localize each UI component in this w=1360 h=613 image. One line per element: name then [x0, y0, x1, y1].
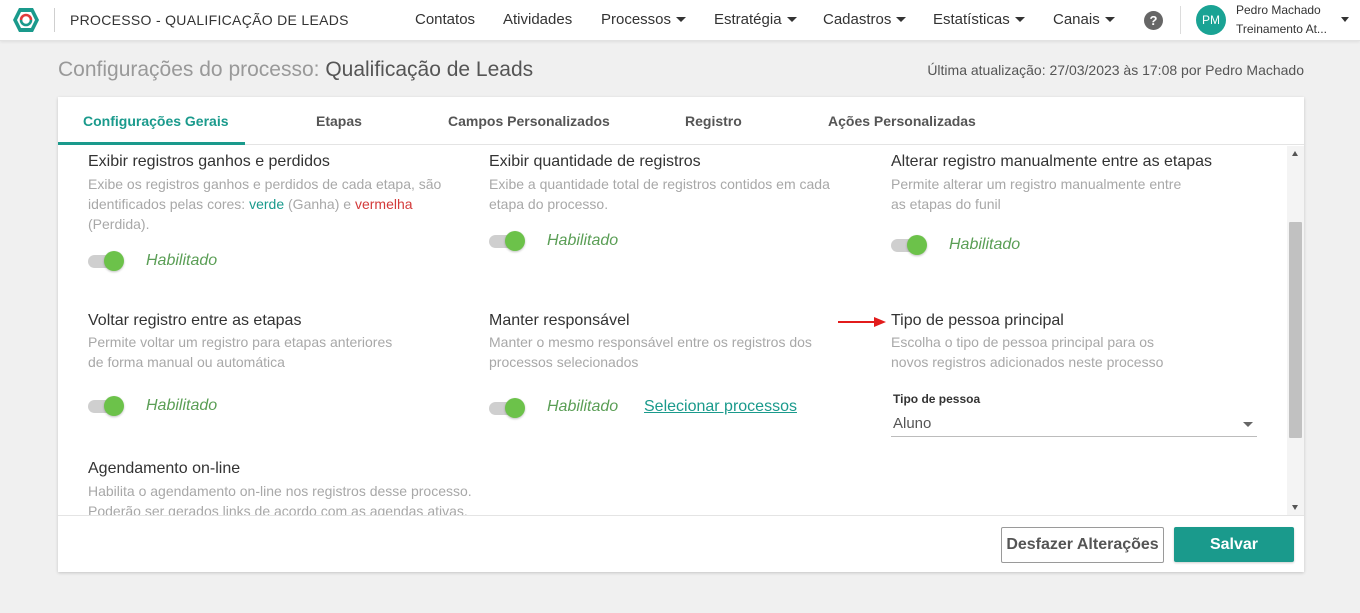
- undo-changes-button[interactable]: Desfazer Alterações: [1001, 527, 1164, 563]
- page-title-name: Qualificação de Leads: [325, 58, 534, 81]
- settings-content: Exibir registros ganhos e perdidos Exibe…: [58, 146, 1304, 515]
- setting-title-responsavel: Manter responsável: [489, 312, 630, 329]
- setting-desc-ganhos: Exibe os registros ganhos e perdidos de …: [88, 174, 453, 234]
- nav-label: Atividades: [503, 11, 573, 28]
- user-menu-caret-icon[interactable]: [1341, 17, 1349, 22]
- card-footer: Desfazer Alterações Salvar: [58, 515, 1304, 572]
- setting-desc-responsavel: Manter o mesmo responsável entre os regi…: [489, 332, 812, 372]
- desc-line: Permite alterar um registro manualmente …: [891, 176, 1182, 192]
- tipo-pessoa-label: Tipo de pessoa: [893, 392, 981, 406]
- toggle-quantidade[interactable]: [489, 231, 525, 251]
- tab-campos-personalizados[interactable]: Campos Personalizados: [448, 113, 610, 129]
- desc-line: Habilita o agendamento on-line nos regis…: [88, 483, 472, 499]
- status-responsavel: Habilitado: [547, 398, 619, 415]
- desc-line: as etapas do funil: [891, 196, 1001, 212]
- desc-line: Poderão ser gerados links de acordo com …: [88, 503, 468, 515]
- nav-processos[interactable]: Processos: [601, 11, 687, 28]
- setting-desc-agendamento: Habilita o agendamento on-line nos regis…: [88, 481, 472, 515]
- desc-line: Escolha o tipo de pessoa principal para …: [891, 334, 1155, 350]
- caret-down-icon: [786, 16, 797, 22]
- toggle-knob: [505, 398, 525, 418]
- nav-contatos[interactable]: Contatos: [415, 11, 475, 28]
- nav-label: Canais: [1053, 11, 1100, 28]
- nav-estrategia[interactable]: Estratégia: [714, 11, 797, 28]
- select-processes-link[interactable]: Selecionar processos: [644, 398, 797, 416]
- nav-canais[interactable]: Canais: [1053, 11, 1115, 28]
- nav-label: Estratégia: [714, 11, 782, 28]
- nav-cadastros[interactable]: Cadastros: [823, 11, 907, 28]
- toggle-knob: [104, 396, 124, 416]
- user-avatar[interactable]: PM: [1196, 5, 1226, 35]
- setting-title-tipo-pessoa: Tipo de pessoa principal: [891, 312, 1064, 329]
- status-quantidade: Habilitado: [547, 232, 619, 249]
- header-divider: [1180, 6, 1181, 34]
- toggle-responsavel[interactable]: [489, 398, 525, 418]
- last-update-text: Última atualização: 27/03/2023 às 17:08 …: [927, 62, 1304, 78]
- scroll-down-arrow-icon[interactable]: [1292, 505, 1298, 510]
- desc-text: (Perdida).: [88, 216, 150, 232]
- page-title-prefix: Configurações do processo:: [58, 58, 326, 81]
- tipo-pessoa-select[interactable]: Aluno: [891, 407, 1257, 437]
- caret-down-icon: [1014, 16, 1025, 22]
- app-logo-icon[interactable]: [12, 7, 40, 33]
- save-button[interactable]: Salvar: [1174, 527, 1294, 562]
- tab-etapas[interactable]: Etapas: [316, 113, 362, 129]
- status-ganhos: Habilitado: [146, 252, 218, 269]
- tab-registro[interactable]: Registro: [685, 113, 742, 129]
- nav-estatisticas[interactable]: Estatísticas: [933, 11, 1025, 28]
- desc-green-word: verde: [249, 196, 285, 212]
- setting-desc-tipo-pessoa: Escolha o tipo de pessoa principal para …: [891, 332, 1163, 372]
- caret-down-icon: [1104, 16, 1115, 22]
- scrollbar-thumb[interactable]: [1289, 222, 1302, 438]
- user-name[interactable]: Pedro Machado: [1236, 3, 1321, 17]
- content-scrollbar[interactable]: [1287, 146, 1304, 515]
- nav-label: Contatos: [415, 11, 476, 28]
- desc-text: (Ganha) e: [284, 196, 355, 212]
- setting-title-voltar: Voltar registro entre as etapas: [88, 312, 302, 329]
- tab-configuracoes-gerais[interactable]: Configurações Gerais: [83, 113, 229, 129]
- red-arrow-icon: [838, 317, 886, 327]
- setting-desc-alterar: Permite alterar um registro manualmente …: [891, 174, 1181, 214]
- desc-line: Manter o mesmo responsável entre os regi…: [489, 334, 812, 350]
- nav-label: Cadastros: [823, 11, 892, 28]
- status-alterar: Habilitado: [949, 236, 1021, 253]
- setting-title-alterar: Alterar registro manualmente entre as et…: [891, 153, 1213, 170]
- toggle-voltar[interactable]: [88, 396, 124, 416]
- user-team[interactable]: Treinamento At...: [1236, 22, 1336, 36]
- nav-label: Processos: [601, 11, 672, 28]
- setting-desc-voltar: Permite voltar um registro para etapas a…: [88, 332, 392, 372]
- tab-acoes-personalizadas[interactable]: Ações Personalizadas: [828, 113, 976, 129]
- desc-line: processos selecionados: [489, 354, 639, 370]
- page-title: Configurações do processo: Qualificação …: [58, 58, 533, 82]
- header-divider: [54, 8, 55, 32]
- setting-desc-quantidade: Exibe a quantidade total de registros co…: [489, 176, 830, 212]
- desc-line: de forma manual ou automática: [88, 354, 285, 370]
- chevron-down-icon: [1243, 422, 1253, 427]
- nav-atividades[interactable]: Atividades: [503, 11, 572, 28]
- help-icon[interactable]: ?: [1144, 11, 1163, 30]
- toggle-knob: [505, 231, 525, 251]
- toggle-knob: [907, 235, 927, 255]
- toggle-alterar[interactable]: [891, 235, 927, 255]
- toggle-ganhos[interactable]: [88, 251, 124, 271]
- settings-card: Configurações Gerais Etapas Campos Perso…: [58, 97, 1304, 572]
- active-tab-indicator: [58, 142, 245, 145]
- status-voltar: Habilitado: [146, 397, 218, 414]
- setting-title-ganhos: Exibir registros ganhos e perdidos: [88, 153, 330, 170]
- app-title: PROCESSO - QUALIFICAÇÃO DE LEADS: [70, 12, 349, 28]
- setting-title-agendamento: Agendamento on-line: [88, 460, 241, 477]
- toggle-knob: [104, 251, 124, 271]
- top-navbar: PROCESSO - QUALIFICAÇÃO DE LEADS Contato…: [0, 0, 1360, 41]
- caret-down-icon: [676, 16, 687, 22]
- tipo-pessoa-value: Aluno: [893, 415, 932, 432]
- caret-down-icon: [896, 16, 907, 22]
- scroll-up-arrow-icon[interactable]: [1292, 151, 1298, 156]
- setting-title-quantidade: Exibir quantidade de registros: [489, 153, 701, 170]
- desc-line: Permite voltar um registro para etapas a…: [88, 334, 393, 350]
- nav-label: Estatísticas: [933, 11, 1010, 28]
- desc-line: novos registros adicionados neste proces…: [891, 354, 1164, 370]
- tab-bar: Configurações Gerais Etapas Campos Perso…: [58, 97, 1304, 145]
- desc-red-word: vermelha: [354, 196, 413, 212]
